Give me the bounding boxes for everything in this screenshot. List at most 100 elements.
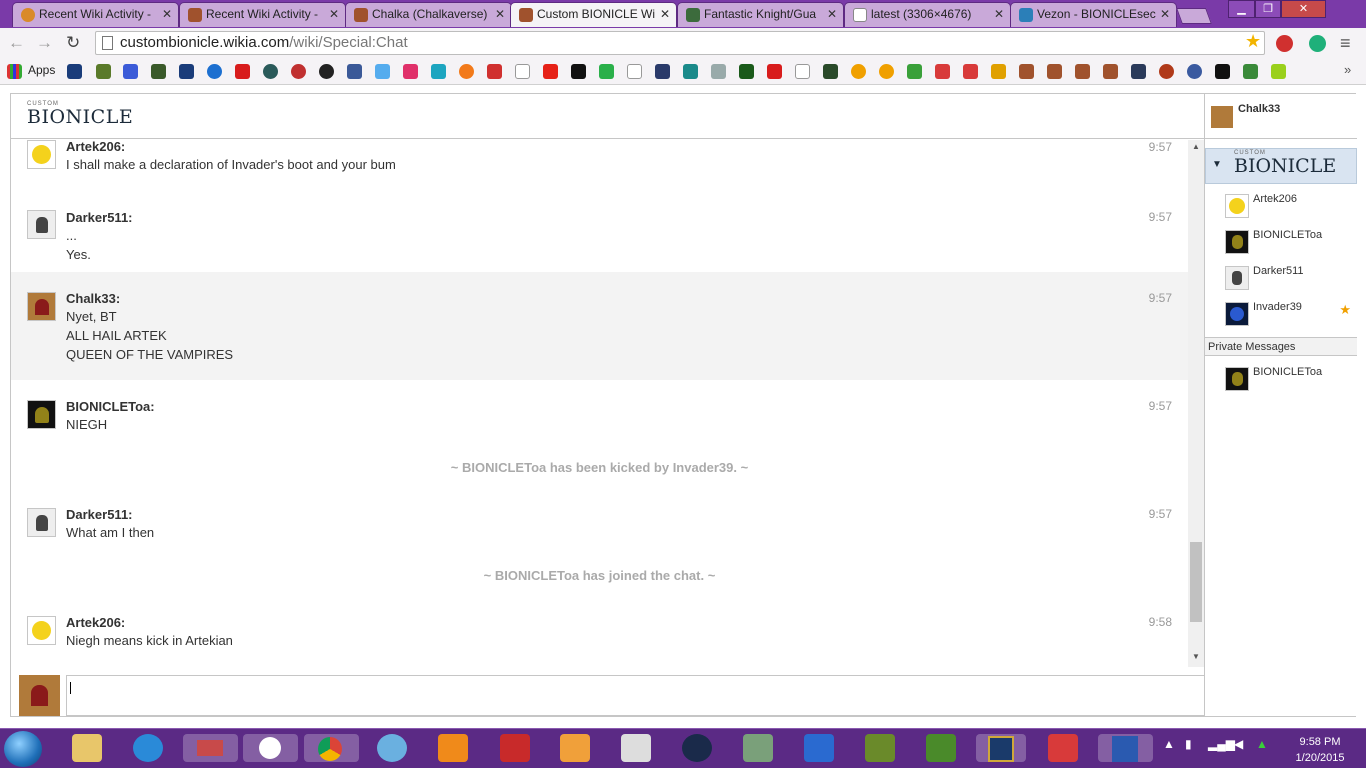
drive-icon[interactable]: ▲: [1256, 737, 1268, 751]
facebook-icon[interactable]: [347, 64, 362, 79]
user-list-item[interactable]: Invader39 ★: [1205, 298, 1357, 332]
minecraft-icon[interactable]: [926, 734, 956, 762]
bookmark-icon[interactable]: [1075, 64, 1090, 79]
back-arrow-icon[interactable]: ←: [8, 33, 25, 53]
usb-icon[interactable]: ▮: [1185, 737, 1192, 751]
message-username[interactable]: Darker511:: [66, 210, 133, 225]
message-username[interactable]: Artek206:: [66, 615, 125, 630]
tab-close-icon[interactable]: ✕: [994, 7, 1004, 21]
bookmark-icon[interactable]: [851, 64, 866, 79]
bookmark-icon[interactable]: [991, 64, 1006, 79]
user-list-item[interactable]: Darker511: [1205, 262, 1357, 296]
room-header[interactable]: ▼ CUSTOM BIONICLE: [1205, 148, 1357, 184]
bookmark-icon[interactable]: [123, 64, 138, 79]
volume-icon[interactable]: ◀: [1234, 737, 1243, 751]
browser-tab[interactable]: Recent Wiki Activity - ✕: [179, 2, 346, 27]
bookmark-icon[interactable]: [935, 64, 950, 79]
bookmark-icon[interactable]: [823, 64, 838, 79]
user-avatar[interactable]: [27, 210, 56, 239]
network-icon[interactable]: ▂▄▆: [1208, 737, 1235, 751]
browser-tab[interactable]: latest (3306×4676) ✕: [844, 2, 1011, 27]
menu-icon[interactable]: ≡: [1340, 33, 1351, 54]
start-button[interactable]: [4, 731, 42, 767]
bookmark-icon[interactable]: [1187, 64, 1202, 79]
message-input[interactable]: [66, 675, 1205, 716]
lego-icon[interactable]: [804, 734, 834, 762]
bookmark-icon[interactable]: [1215, 64, 1230, 79]
browser-tab[interactable]: Chalka (Chalkaverse) ✕: [345, 2, 512, 27]
bookmark-icon[interactable]: [1047, 64, 1062, 79]
bookmark-icon[interactable]: [1019, 64, 1034, 79]
browser-tab[interactable]: Recent Wiki Activity - ✕: [12, 2, 179, 27]
tab-close-icon[interactable]: ✕: [660, 7, 670, 21]
new-tab-button[interactable]: [1176, 8, 1212, 24]
scrollbar-thumb[interactable]: [1190, 542, 1202, 622]
user-avatar[interactable]: [27, 400, 56, 429]
app-icon[interactable]: [865, 734, 895, 762]
system-clock[interactable]: 9:58 PM 1/20/2015: [1280, 734, 1360, 766]
bookmark-icon[interactable]: [263, 64, 278, 79]
tab-close-icon[interactable]: ✕: [329, 7, 339, 21]
reload-icon[interactable]: ↻: [66, 33, 80, 53]
youtube-icon[interactable]: [543, 64, 558, 79]
bookmark-icon[interactable]: [96, 64, 111, 79]
bookmark-icon[interactable]: [599, 64, 614, 79]
forward-arrow-icon[interactable]: →: [36, 33, 53, 53]
browser-icon[interactable]: [133, 734, 163, 762]
chrome-taskbar-button[interactable]: [304, 734, 359, 762]
bookmark-icon[interactable]: [1131, 64, 1146, 79]
app-icon[interactable]: [500, 734, 530, 762]
browser-tab[interactable]: Vezon - BIONICLEsec ✕: [1010, 2, 1177, 27]
bookmark-icon[interactable]: [1271, 64, 1286, 79]
browser-tab-active[interactable]: Custom BIONICLE Wi ✕: [510, 2, 677, 27]
bookmark-icon[interactable]: [235, 64, 250, 79]
message-username[interactable]: BIONICLEToa:: [66, 399, 155, 414]
message-scrollbar[interactable]: ▲ ▼: [1188, 140, 1204, 667]
user-list-item[interactable]: BIONICLEToa: [1205, 226, 1357, 260]
app-icon[interactable]: [1048, 734, 1078, 762]
bookmark-icon[interactable]: [907, 64, 922, 79]
minimize-button[interactable]: ▁: [1228, 0, 1255, 18]
app-icon[interactable]: [743, 734, 773, 762]
file-explorer-icon[interactable]: [72, 734, 102, 762]
bookmark-icon[interactable]: [711, 64, 726, 79]
restore-button[interactable]: ❐: [1255, 0, 1281, 18]
bookmark-icon[interactable]: [459, 64, 474, 79]
bookmark-star-icon[interactable]: ★: [1245, 31, 1261, 52]
bookmark-icon[interactable]: [403, 64, 418, 79]
bookmark-icon[interactable]: [319, 64, 334, 79]
app-icon[interactable]: [377, 734, 407, 762]
wiki-logo[interactable]: CUSTOM BIONICLE: [27, 101, 133, 128]
grammarly-icon[interactable]: [1309, 35, 1326, 52]
tab-close-icon[interactable]: ✕: [1160, 7, 1170, 21]
browser-tab[interactable]: Fantastic Knight/Gua ✕: [677, 2, 844, 27]
bookmark-icon[interactable]: [487, 64, 502, 79]
address-bar[interactable]: custombionicle.wikia.com/wiki/Special:Ch…: [95, 31, 1265, 55]
bookmark-icon[interactable]: [207, 64, 222, 79]
message-username[interactable]: Chalk33:: [66, 291, 120, 306]
bookmark-icon[interactable]: [879, 64, 894, 79]
taskbar-app-button[interactable]: [1098, 734, 1153, 762]
apps-shortcut[interactable]: Apps: [28, 63, 55, 77]
scroll-up-arrow-icon[interactable]: ▲: [1192, 142, 1200, 151]
tab-close-icon[interactable]: ✕: [162, 7, 172, 21]
app-icon[interactable]: [560, 734, 590, 762]
bookmark-icon[interactable]: [1243, 64, 1258, 79]
bookmark-icon[interactable]: [767, 64, 782, 79]
user-avatar[interactable]: [27, 508, 56, 537]
bookmark-icon[interactable]: [151, 64, 166, 79]
collapse-arrow-icon[interactable]: ▼: [1212, 159, 1222, 170]
tab-close-icon[interactable]: ✕: [495, 7, 505, 21]
bookmark-icon[interactable]: [431, 64, 446, 79]
current-user-block[interactable]: Chalk33: [1205, 94, 1357, 139]
bookmark-icon[interactable]: [179, 64, 194, 79]
twitter-icon[interactable]: [375, 64, 390, 79]
private-user-item[interactable]: BIONICLEToa: [1205, 363, 1357, 397]
page-bookmark-icon[interactable]: [515, 64, 530, 79]
bookmark-icon[interactable]: [1159, 64, 1174, 79]
bookmark-icon[interactable]: [1103, 64, 1118, 79]
apps-grid-icon[interactable]: [7, 64, 22, 79]
tab-close-icon[interactable]: ✕: [827, 7, 837, 21]
scroll-down-arrow-icon[interactable]: ▼: [1192, 652, 1200, 661]
bookmark-icon[interactable]: [683, 64, 698, 79]
